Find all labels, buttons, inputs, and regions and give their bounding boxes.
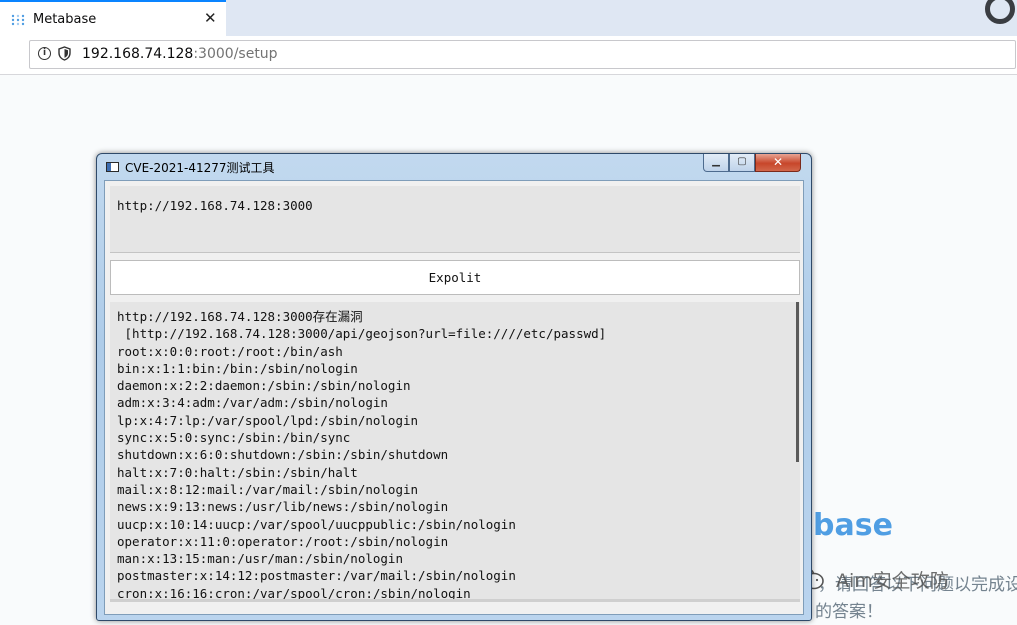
- navigation-bar: i 192.168.74.128:3000/setup: [0, 36, 1017, 75]
- setup-instructions-line-2: 的答案！: [815, 602, 883, 622]
- output-line: shutdown:x:6:0:shutdown:/sbin:/sbin/shut…: [117, 447, 449, 463]
- target-url-value: http://192.168.74.128:3000: [117, 198, 313, 213]
- profile-icon[interactable]: [985, 0, 1015, 24]
- app-window-icon: [106, 162, 119, 172]
- output-line: operator:x:11:0:operator:/root:/sbin/nol…: [117, 533, 449, 549]
- output-line: postmaster:x:14:12:postmaster:/var/mail:…: [117, 568, 516, 584]
- metabase-brand-text: base: [813, 508, 893, 543]
- exploit-button[interactable]: Expolit: [110, 260, 800, 295]
- output-line: adm:x:3:4:adm:/var/adm:/sbin/nologin: [117, 395, 388, 411]
- tracking-shield-icon[interactable]: [58, 46, 71, 61]
- close-button[interactable]: ✕: [755, 154, 801, 172]
- tab-metabase[interactable]: Metabase ✕: [0, 0, 226, 37]
- output-text: http://192.168.74.128:3000存在漏洞 [http://1…: [117, 308, 607, 601]
- tab-strip: Metabase ✕: [0, 0, 1017, 37]
- output-line: root:x:0:0:root:/root:/bin/ash: [117, 343, 343, 359]
- output-line: sync:x:5:0:sync:/sbin:/bin/sync: [117, 430, 351, 446]
- minimize-button[interactable]: ▁: [703, 154, 729, 172]
- maximize-button[interactable]: ▢: [729, 154, 755, 172]
- output-line: http://192.168.74.128:3000存在漏洞: [117, 309, 363, 324]
- url-path: :3000/setup: [193, 46, 278, 62]
- url-text: 192.168.74.128:3000/setup: [82, 46, 278, 62]
- metabase-logo-icon: [11, 14, 25, 26]
- output-line: daemon:x:2:2:daemon:/sbin:/sbin/nologin: [117, 378, 411, 394]
- target-url-input[interactable]: http://192.168.74.128:3000: [110, 186, 800, 253]
- output-line: news:x:9:13:news:/usr/lib/news:/sbin/nol…: [117, 499, 449, 515]
- url-host: 192.168.74.128: [82, 46, 194, 62]
- window-title: CVE-2021-41277测试工具: [125, 161, 275, 175]
- tab-close-icon[interactable]: ✕: [204, 10, 217, 26]
- output-scrollbar[interactable]: [796, 302, 799, 462]
- background-tab-3[interactable]: [750, 0, 970, 36]
- tab-title: Metabase: [33, 12, 97, 27]
- output-line: lp:x:4:7:lp:/var/spool/lpd:/sbin/nologin: [117, 412, 419, 428]
- site-info-icon[interactable]: i: [38, 47, 51, 60]
- exploit-tool-window: CVE-2021-41277测试工具 ▁ ▢ ✕ http://192.168.…: [96, 153, 812, 621]
- output-textarea[interactable]: http://192.168.74.128:3000存在漏洞 [http://1…: [110, 302, 800, 602]
- output-line: halt:x:7:0:halt:/sbin:/sbin/halt: [117, 464, 358, 480]
- window-client-area: http://192.168.74.128:3000 Expolit http:…: [104, 180, 804, 615]
- output-line: [http://192.168.74.128:3000/api/geojson?…: [117, 326, 607, 342]
- output-line: mail:x:8:12:mail:/var/mail:/sbin/nologin: [117, 481, 419, 497]
- background-tab-1[interactable]: [240, 0, 470, 36]
- watermark-text: Aim安全攻防: [836, 570, 949, 592]
- output-line: uucp:x:10:14:uucp:/var/spool/uucppublic:…: [117, 516, 516, 532]
- output-line: man:x:13:15:man:/usr/man:/sbin/nologin: [117, 551, 403, 567]
- address-bar[interactable]: i 192.168.74.128:3000/setup: [29, 40, 1016, 69]
- output-line: cron:x:16:16:cron:/var/spool/cron:/sbin/…: [117, 585, 471, 601]
- background-tab-2[interactable]: [500, 0, 730, 36]
- output-line: bin:x:1:1:bin:/bin:/sbin/nologin: [117, 360, 358, 376]
